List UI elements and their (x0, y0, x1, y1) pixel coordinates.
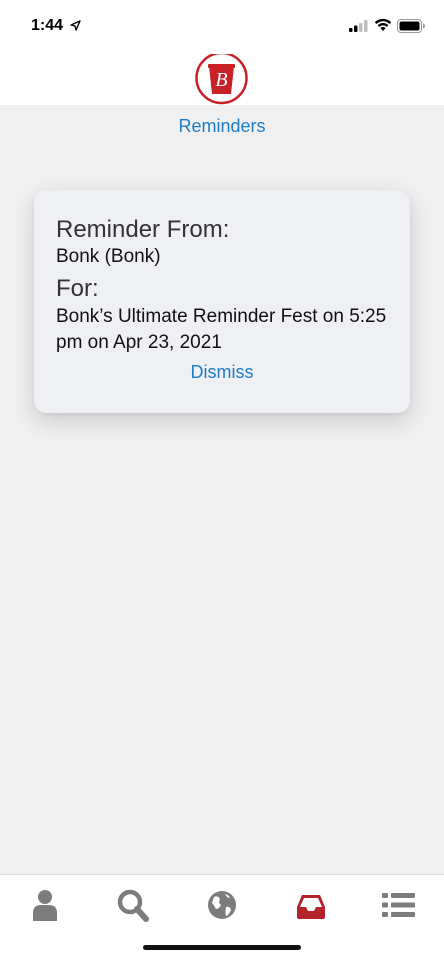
person-icon[interactable] (25, 887, 65, 923)
page-title: Reminders (178, 116, 266, 136)
reminder-from-heading: Reminder From: (56, 216, 230, 243)
app-header: B (0, 54, 444, 105)
location-arrow-icon (70, 20, 81, 31)
tab-bar (0, 874, 444, 960)
reminder-card: Reminder From: Bonk (Bonk) For: Bonk’s U… (34, 190, 410, 413)
list-icon[interactable] (379, 887, 419, 923)
home-indicator (143, 945, 301, 950)
cellular-signal-icon (349, 20, 368, 32)
dismiss-button[interactable]: Dismiss (34, 362, 410, 383)
battery-icon (397, 19, 425, 33)
inbox-icon[interactable] (291, 887, 331, 923)
reminder-from-value: Bonk (Bonk) (56, 246, 161, 267)
reminder-for-heading: For: (56, 275, 99, 302)
wifi-icon (374, 18, 392, 31)
bucket-logo-icon[interactable]: B (194, 54, 249, 105)
status-time: 1:44 (31, 17, 64, 34)
reminders-screen: 1:44 B Reminders Reminder From: Bonk (Bo… (0, 0, 444, 960)
logo-letter: B (215, 69, 227, 91)
globe-icon[interactable] (202, 887, 242, 923)
reminder-event-text: Bonk’s Ultimate Reminder Fest on 5:25 pm… (56, 306, 387, 353)
status-bar: 1:44 (0, 0, 444, 54)
search-icon[interactable] (113, 887, 153, 923)
